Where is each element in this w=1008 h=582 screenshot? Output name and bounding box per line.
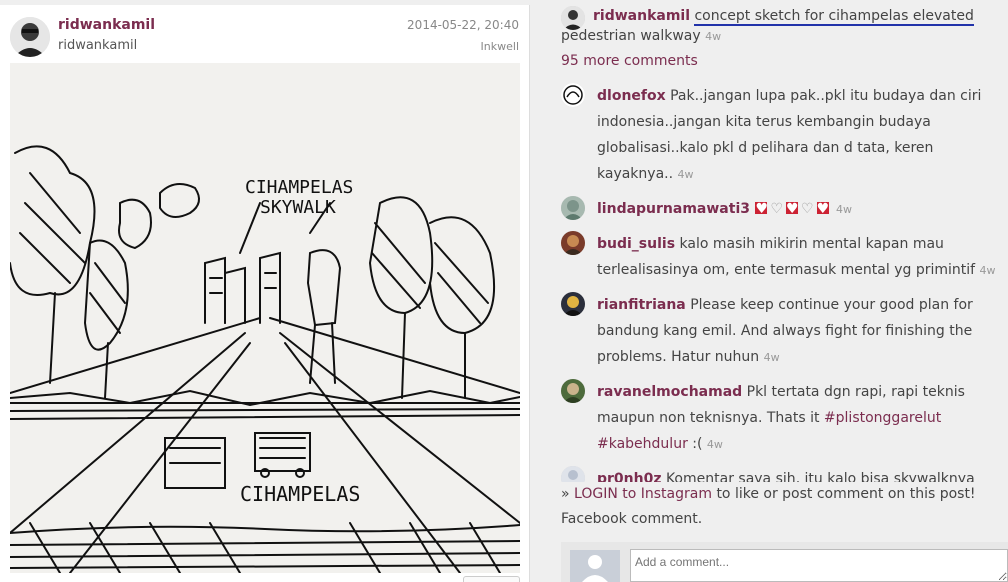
comment-item: ravanelmochamad Pkl tertata dgn rapi, ra… (561, 379, 1008, 458)
comment-item: dlonefox Pak..jangan lupa pak..pkl itu b… (561, 83, 1008, 188)
comments-panel: ridwankamil concept sketch for cihampela… (561, 6, 1008, 504)
comment-list: dlonefox Pak..jangan lupa pak..pkl itu b… (561, 83, 1008, 482)
heart-emojis: ♥ ♡ ♥ ♡ ♥ (754, 201, 836, 217)
post-filter: Inkwell (480, 40, 519, 53)
heart-icon: ♥ (785, 201, 800, 217)
comment-ago: 4w (677, 168, 694, 181)
hashtag-link[interactable]: #kabehdulur (597, 436, 688, 452)
author-name-link[interactable]: ridwankamil (58, 17, 155, 33)
caption-ago: 4w (705, 30, 722, 43)
comment-item: lindapurnamawati3 ♥ ♡ ♥ ♡ ♥ 4w (561, 196, 1008, 223)
commenter-username[interactable]: budi_sulis (597, 236, 675, 252)
caption-text-line1: concept sketch for cihampelas elevated (694, 8, 974, 26)
author-username: ridwankamil (58, 38, 138, 53)
facebook-comment-input[interactable] (630, 549, 1008, 582)
heart-icon: ♥ (754, 201, 769, 217)
login-suffix: to like or post comment on this post! (716, 486, 976, 502)
comment-ago: 4w (763, 351, 780, 364)
caption-username[interactable]: ridwankamil (593, 8, 690, 24)
more-comments-link[interactable]: 95 more comments (561, 51, 698, 71)
commenter-avatar[interactable] (561, 196, 585, 220)
comment-item: budi_sulis kalo masih mikirin mental kap… (561, 231, 1008, 284)
post-card: ridwankamil ridwankamil 2014-05-22, 20:4… (0, 5, 530, 582)
post-footer-box[interactable] (463, 576, 520, 582)
heart-icon: ♥ (815, 201, 830, 217)
commenter-avatar[interactable] (561, 231, 585, 255)
login-link[interactable]: LOGIN to Instagram (574, 486, 712, 502)
commenter-username[interactable]: rianfitriana (597, 297, 686, 313)
sketch-label-title2: SKYWALK (260, 197, 336, 218)
commenter-avatar[interactable] (561, 292, 585, 316)
login-prompt: » LOGIN to Instagram to like or post com… (561, 484, 1008, 504)
facebook-comment-label: Facebook comment. (561, 511, 703, 527)
commenter-username[interactable]: dlonefox (597, 88, 666, 104)
commenter-username[interactable]: ravanelmochamad (597, 384, 742, 400)
heart-outline-icon: ♡ (770, 201, 784, 217)
comment-text-tail: :( (692, 436, 703, 452)
post-header: ridwankamil ridwankamil 2014-05-22, 20:4… (0, 5, 529, 63)
commenter-avatar[interactable] (561, 466, 585, 482)
post-photo[interactable]: CIHAMPELAS SKYWALK CIHAMPELAS (10, 63, 520, 573)
caption-avatar[interactable] (561, 6, 585, 30)
comment-item: pr0nh0z Komentar saya sih, itu kalo bisa… (561, 466, 1008, 482)
author-avatar[interactable] (10, 17, 50, 57)
commenter-avatar[interactable] (561, 83, 585, 107)
caption-text-line2: pedestrian walkway (561, 28, 701, 44)
post-date: 2014-05-22, 20:40 (407, 18, 519, 32)
post-caption: ridwankamil concept sketch for cihampela… (561, 6, 1008, 47)
comment-ago: 4w (836, 203, 853, 216)
sketch-image: CIHAMPELAS SKYWALK CIHAMPELAS (10, 63, 520, 573)
sketch-label-bottom: CIHAMPELAS (240, 482, 360, 506)
login-prefix: » (561, 486, 570, 502)
heart-outline-icon: ♡ (801, 201, 814, 217)
comment-ago: 4w (979, 264, 996, 277)
commenter-username[interactable]: lindapurnamawati3 (597, 201, 750, 217)
comment-ago: 4w (706, 438, 723, 451)
facebook-avatar (570, 550, 620, 582)
commenter-username[interactable]: pr0nh0z (597, 471, 662, 482)
sketch-label-title1: CIHAMPELAS (245, 177, 353, 198)
hashtag-link[interactable]: #plistonggarelut (824, 410, 941, 426)
comment-item: rianfitriana Please keep continue your g… (561, 292, 1008, 371)
commenter-avatar[interactable] (561, 379, 585, 403)
